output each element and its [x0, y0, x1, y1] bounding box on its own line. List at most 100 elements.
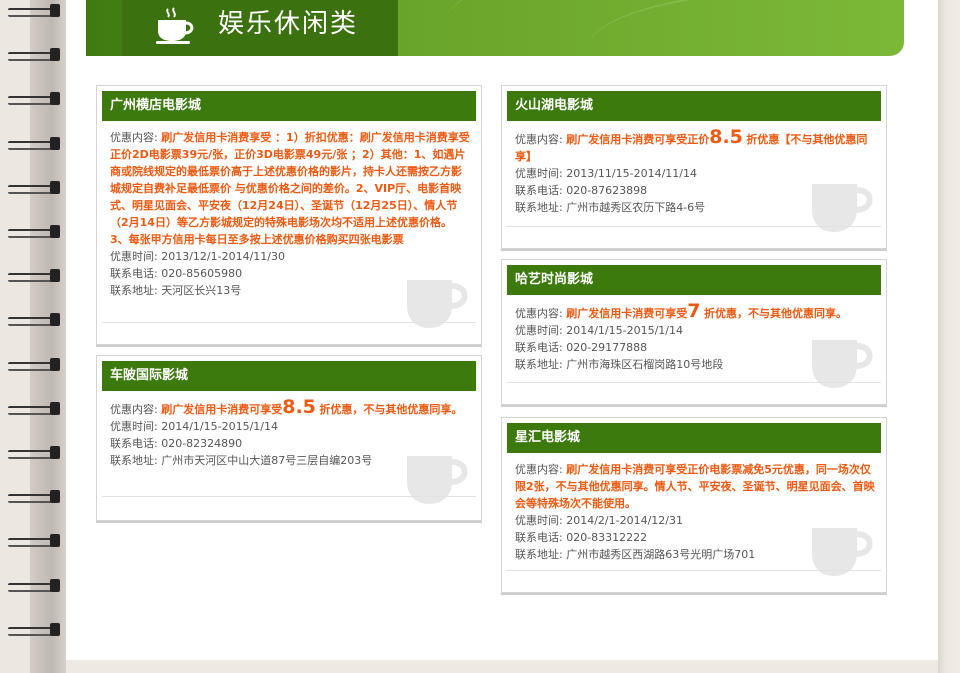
card-title: 火山湖电影城 [507, 91, 881, 121]
card-body: 优惠内容: 刷广发信用卡消费可享受正价电影票减免5元优惠，同一场次仅限2张，不与… [515, 461, 876, 563]
address-row: 联系地址: 天河区长兴13号 [110, 282, 471, 299]
phone-row: 联系电话: 020-29177888 [515, 339, 876, 356]
time-value: 2013/11/15-2014/11/14 [566, 167, 697, 180]
spiral-ring [8, 534, 62, 548]
card-title: 哈艺时尚影城 [507, 265, 881, 295]
time-value: 2014/2/1-2014/12/31 [566, 514, 683, 527]
spiral-ring [8, 313, 62, 327]
phone-label: 联系电话: [515, 531, 563, 544]
address-label: 联系地址: [110, 454, 158, 467]
discount-value: 8.5 [282, 396, 316, 418]
page-bottom-edge [66, 660, 938, 673]
time-row: 优惠时间: 2014/2/1-2014/12/31 [515, 512, 876, 529]
spiral-ring [8, 269, 62, 283]
time-value: 2014/1/15-2015/1/14 [161, 420, 278, 433]
time-label: 优惠时间: [515, 324, 563, 337]
card-title: 车陂国际影城 [102, 361, 476, 391]
time-row: 优惠时间: 2013/11/15-2014/11/14 [515, 165, 876, 182]
address-label: 联系地址: [515, 358, 563, 371]
time-value: 2014/1/15-2015/1/14 [566, 324, 683, 337]
time-row: 优惠时间: 2013/12/1-2014/11/30 [110, 248, 471, 265]
card-divider [507, 226, 881, 227]
card-divider [102, 496, 476, 497]
cinema-card: 车陂国际影城 优惠内容: 刷广发信用卡消费可享受8.5 折优惠，不与其他优惠同享… [96, 355, 482, 521]
card-divider [507, 382, 881, 383]
phone-value: 020-85605980 [161, 267, 243, 280]
offer-text: 刷广发信用卡消费可享受 [566, 307, 688, 320]
phone-value: 020-29177888 [566, 341, 648, 354]
spiral-ring [8, 225, 62, 239]
time-label: 优惠时间: [110, 250, 158, 263]
card-body: 优惠内容: 刷广发信用卡消费可享受8.5 折优惠，不与其他优惠同享。 优惠时间:… [110, 396, 471, 469]
spiral-ring [8, 401, 62, 416]
phone-row: 联系电话: 020-83312222 [515, 529, 876, 546]
card-divider [102, 322, 476, 323]
offer-label: 优惠内容: [515, 307, 563, 320]
cinema-card: 星汇电影城 优惠内容: 刷广发信用卡消费可享受正价电影票减免5元优惠，同一场次仅… [501, 417, 887, 593]
offer-label: 优惠内容: [515, 463, 563, 476]
phone-row: 联系电话: 020-87623898 [515, 182, 876, 199]
time-row: 优惠时间: 2014/1/15-2015/1/14 [515, 322, 876, 339]
address-row: 联系地址: 广州市海珠区石榴岗路10号地段 [515, 356, 876, 373]
spiral-ring [8, 92, 62, 106]
offer-text: 刷广发信用卡消费可享受正价 [566, 133, 710, 146]
phone-label: 联系电话: [515, 341, 563, 354]
discount-value: 8.5 [709, 126, 743, 148]
offer-label: 优惠内容: [110, 403, 158, 416]
cinema-card: 哈艺时尚影城 优惠内容: 刷广发信用卡消费可享受7 折优惠，不与其他优惠同享。 … [501, 259, 887, 405]
spiral-ring [8, 48, 62, 62]
phone-row: 联系电话: 020-85605980 [110, 265, 471, 282]
card-body: 优惠内容: 刷广发信用卡消费可享受7 折优惠，不与其他优惠同享。 优惠时间: 2… [515, 300, 876, 373]
phone-label: 联系电话: [515, 184, 563, 197]
page-title: 娱乐休闲类 [218, 9, 359, 39]
spiral-ring [8, 578, 62, 593]
card-title: 广州横店电影城 [102, 91, 476, 121]
spiral-ring [8, 180, 62, 195]
address-value: 广州市海珠区石榴岗路10号地段 [566, 358, 724, 371]
card-divider [507, 570, 881, 571]
cinema-card: 广州横店电影城 优惠内容: 刷广发信用卡消费享受 ：1）折扣优惠：刷广发信用卡消… [96, 85, 482, 345]
phone-value: 020-87623898 [566, 184, 648, 197]
phone-row: 联系电话: 020-82324890 [110, 435, 471, 452]
address-value: 广州市越秀区农历下路4-6号 [566, 201, 706, 214]
address-value: 广州市天河区中山大道87号三层自编203号 [161, 454, 373, 467]
spiral-ring [8, 622, 62, 637]
offer-label: 优惠内容: [110, 131, 158, 144]
card-title: 星汇电影城 [507, 423, 881, 453]
offer-text-tail: 折优惠，不与其他优惠同享。 [319, 403, 463, 416]
address-value: 天河区长兴13号 [161, 284, 242, 297]
time-label: 优惠时间: [515, 514, 563, 527]
cinema-card: 火山湖电影城 优惠内容: 刷广发信用卡消费可享受正价8.5 折优惠【不与其他优惠… [501, 85, 887, 249]
address-label: 联系地址: [515, 548, 563, 561]
address-row: 联系地址: 广州市天河区中山大道87号三层自编203号 [110, 452, 471, 469]
phone-label: 联系电话: [110, 267, 158, 280]
discount-value: 7 [687, 300, 701, 322]
spiral-ring [8, 136, 62, 151]
address-label: 联系地址: [515, 201, 563, 214]
time-label: 优惠时间: [515, 167, 563, 180]
address-label: 联系地址: [110, 284, 158, 297]
spiral-ring [8, 4, 62, 18]
phone-value: 020-83312222 [566, 531, 648, 544]
offer-text: 刷广发信用卡消费可享受 [161, 403, 283, 416]
card-body: 优惠内容: 刷广发信用卡消费可享受正价8.5 折优惠【不与其他优惠同享】 优惠时… [515, 126, 876, 216]
offer-text-tail: 折优惠，不与其他优惠同享。 [703, 307, 847, 320]
offer-text: 刷广发信用卡消费可享受正价电影票减免5元优惠，同一场次仅限2张，不与其他优惠同享… [515, 463, 875, 510]
category-banner [86, 0, 904, 56]
offer-text: 刷广发信用卡消费享受 ：1）折扣优惠：刷广发信用卡消费享受正价2D电影票39元/… [110, 131, 470, 246]
spiral-ring [8, 357, 62, 372]
spiral-ring [8, 446, 62, 460]
time-row: 优惠时间: 2014/1/15-2015/1/14 [110, 418, 471, 435]
phone-value: 020-82324890 [161, 437, 243, 450]
address-row: 联系地址: 广州市越秀区西湖路63号光明广场701 [515, 546, 876, 563]
page-edge [938, 0, 960, 673]
phone-label: 联系电话: [110, 437, 158, 450]
time-value: 2013/12/1-2014/11/30 [161, 250, 285, 263]
spiral-ring [8, 490, 62, 504]
time-label: 优惠时间: [110, 420, 158, 433]
address-value: 广州市越秀区西湖路63号光明广场701 [566, 548, 756, 561]
card-body: 优惠内容: 刷广发信用卡消费享受 ：1）折扣优惠：刷广发信用卡消费享受正价2D电… [110, 129, 471, 299]
coffee-cup-icon [156, 7, 194, 44]
offer-label: 优惠内容: [515, 133, 563, 146]
address-row: 联系地址: 广州市越秀区农历下路4-6号 [515, 199, 876, 216]
